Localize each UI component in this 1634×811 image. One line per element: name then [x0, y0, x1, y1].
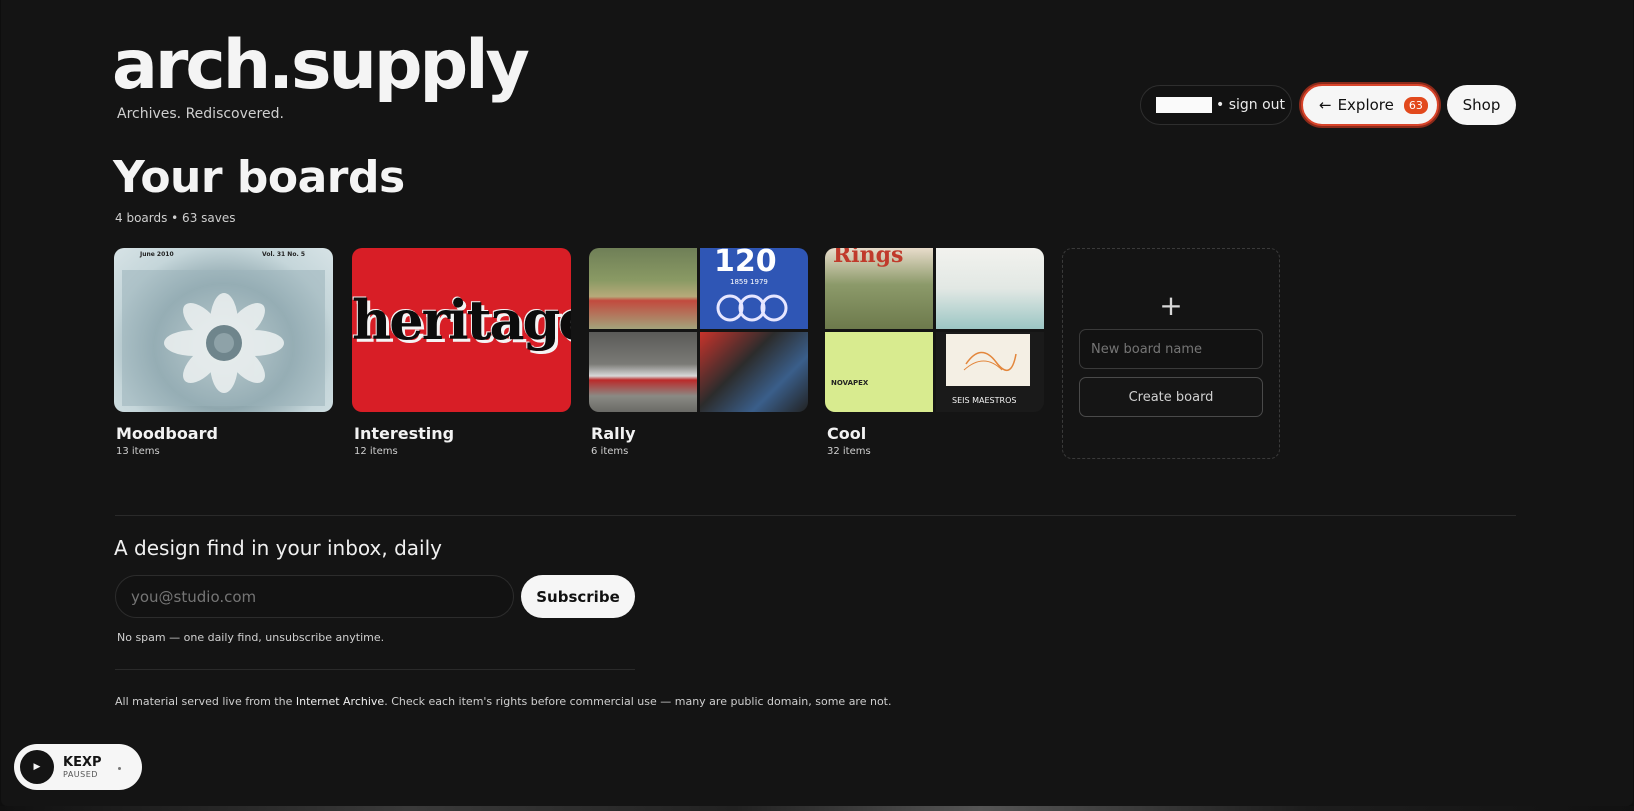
rally-circles-image — [716, 294, 788, 322]
flower-image — [122, 270, 325, 406]
play-icon: ▶ — [33, 762, 41, 772]
board-thumbnail[interactable]: 120 1859 1979 — [589, 248, 808, 412]
shop-button[interactable]: Shop — [1447, 85, 1516, 125]
explore-button[interactable]: ← Explore 63 — [1301, 84, 1439, 126]
cool-image-2 — [936, 248, 1044, 329]
cool-maestros-text: SEIS MAESTROS — [952, 395, 1017, 405]
status-dot-icon — [117, 766, 121, 770]
page-title: Your boards — [113, 152, 405, 203]
explore-count-badge: 63 — [1403, 96, 1428, 114]
sign-out-link[interactable]: • sign out — [1216, 97, 1285, 113]
station-name: KEXP — [63, 755, 102, 770]
player-status: PAUSED — [63, 770, 98, 779]
redacted-username — [1156, 97, 1212, 113]
cool-sketch-image — [946, 333, 1030, 386]
footer-text-after: . Check each item's rights before commer… — [384, 695, 892, 708]
board-name: Interesting — [354, 424, 455, 443]
board-name: Rally — [591, 424, 636, 443]
rally-image-3 — [589, 331, 697, 412]
board-card-interesting[interactable]: heritage Interesting 12 items — [352, 248, 571, 457]
board-item-count: 32 items — [827, 446, 871, 457]
site-tagline: Archives. Rediscovered. — [117, 106, 284, 122]
cool-brand-text: NOVAPEX — [831, 378, 869, 387]
cool-image-3: NOVAPEX — [825, 331, 933, 412]
cool-image-1: Rings — [825, 248, 933, 329]
board-card-moodboard[interactable]: June 2010 Vol. 31 No. 5 Moodboard 13 ite… — [114, 248, 333, 457]
footer-text-before: All material served live from the — [115, 695, 296, 708]
station-info: KEXP PAUSED — [63, 755, 102, 779]
bottom-edge-strip — [0, 806, 1634, 811]
cool-rings-text: Rings — [833, 248, 904, 268]
rally-image-1 — [589, 248, 697, 329]
rally-image-4 — [700, 331, 808, 412]
newsletter-title: A design find in your inbox, daily — [114, 536, 442, 560]
footer-divider — [115, 669, 635, 670]
explore-label: Explore — [1337, 96, 1394, 114]
board-thumbnail[interactable]: June 2010 Vol. 31 No. 5 — [114, 248, 333, 412]
arrow-left-icon: ← — [1319, 96, 1332, 114]
section-divider — [115, 515, 1516, 516]
sketch-lines — [963, 351, 1017, 371]
create-board-button[interactable]: Create board — [1079, 377, 1263, 417]
radio-player: ▶ KEXP PAUSED — [14, 744, 142, 790]
board-card-cool[interactable]: Rings NOVAPEX SEIS MAESTROS Cool 32 item… — [825, 248, 1044, 457]
heritage-logo-image: heritage — [352, 288, 571, 352]
board-thumbnail[interactable]: Rings NOVAPEX SEIS MAESTROS — [825, 248, 1044, 412]
site-logo[interactable]: arch.supply — [112, 28, 530, 104]
footer-note: All material served live from the Intern… — [115, 695, 892, 708]
new-board-card: + Create board — [1062, 248, 1280, 459]
new-board-name-input[interactable] — [1079, 329, 1263, 369]
subscribe-button[interactable]: Subscribe — [521, 575, 635, 618]
newsletter-note: No spam — one daily find, unsubscribe an… — [117, 631, 385, 644]
internet-archive-link[interactable]: Internet Archive — [296, 695, 384, 708]
plus-icon: + — [1159, 289, 1183, 322]
board-thumbnail[interactable]: heritage — [352, 248, 571, 412]
board-item-count: 13 items — [116, 446, 160, 457]
boards-summary: 4 boards • 63 saves — [115, 211, 236, 225]
board-item-count: 6 items — [591, 446, 629, 457]
board-name: Moodboard — [116, 424, 218, 443]
board-name: Cool — [827, 424, 867, 443]
play-button[interactable]: ▶ — [20, 750, 54, 784]
rally-image-2: 120 1859 1979 — [700, 248, 808, 329]
user-pill: • sign out — [1140, 85, 1292, 125]
email-field[interactable] — [115, 575, 514, 618]
thumb-caption-volume: Vol. 31 No. 5 — [262, 251, 305, 258]
board-item-count: 12 items — [354, 446, 398, 457]
board-card-rally[interactable]: 120 1859 1979 Rally 6 items — [589, 248, 808, 457]
thumb-caption-date: June 2010 — [140, 251, 174, 258]
cool-image-4: SEIS MAESTROS — [936, 331, 1044, 412]
